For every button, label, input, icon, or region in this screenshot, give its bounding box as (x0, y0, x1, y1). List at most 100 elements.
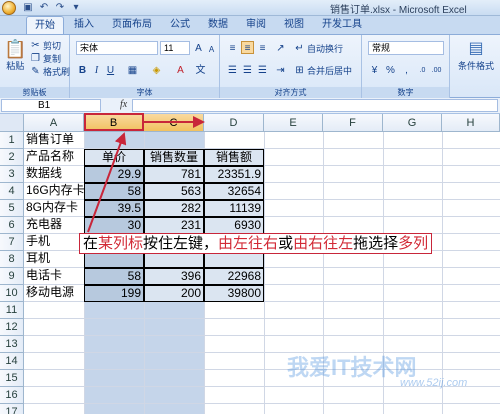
product-name-cell[interactable]: 耳机 (24, 251, 84, 268)
table-header-cell[interactable]: 单价 (84, 149, 144, 166)
row-header[interactable]: 8 (0, 251, 24, 268)
align-top-icon[interactable]: ≡ (226, 41, 239, 54)
percent-icon[interactable]: % (384, 63, 397, 76)
product-name-cell[interactable]: 移动电源 (24, 285, 84, 302)
shrink-font-icon[interactable]: A (205, 42, 218, 55)
copy-button[interactable]: ❐ 复制 (30, 52, 61, 65)
value-cell[interactable]: 781 (144, 166, 204, 183)
product-name-cell[interactable]: 16G内存卡 (24, 183, 85, 200)
grow-font-icon[interactable]: A (192, 41, 205, 54)
row-header[interactable]: 1 (0, 132, 24, 149)
row-header[interactable]: 7 (0, 234, 24, 251)
office-button[interactable] (2, 1, 16, 15)
tab-formulas[interactable]: 公式 (162, 16, 198, 34)
value-cell[interactable]: 58 (84, 268, 144, 285)
column-header-c[interactable]: C (144, 114, 204, 132)
font-size-select[interactable]: 11 (160, 41, 190, 55)
currency-icon[interactable]: ¥ (368, 63, 381, 76)
value-cell[interactable]: 231 (144, 217, 204, 234)
align-left-icon[interactable]: ☰ (226, 63, 239, 76)
value-cell[interactable]: 563 (144, 183, 204, 200)
conditional-format-button[interactable]: ▤ 条件格式 (458, 39, 494, 72)
undo-icon[interactable]: ↶ (38, 2, 50, 14)
table-header-cell[interactable]: 产品名称 (24, 149, 84, 166)
font-color-icon[interactable]: A (174, 63, 187, 76)
fill-color-icon[interactable]: ◈ (150, 63, 163, 76)
value-cell[interactable]: 39800 (204, 285, 264, 302)
product-name-cell[interactable]: 电话卡 (24, 268, 84, 285)
value-cell[interactable]: 29.9 (84, 166, 144, 183)
tab-data[interactable]: 数据 (200, 16, 236, 34)
value-cell[interactable]: 58 (84, 183, 144, 200)
value-cell[interactable]: 200 (144, 285, 204, 302)
column-header-f[interactable]: F (323, 114, 383, 132)
borders-icon[interactable]: ▦ (126, 63, 139, 76)
wrap-text-button[interactable]: ↵ 自动换行 (294, 42, 343, 55)
indent-icon[interactable]: ⇥ (274, 63, 287, 76)
tab-insert[interactable]: 插入 (66, 16, 102, 34)
customize-dropdown-icon[interactable]: ▾ (70, 2, 82, 14)
product-name-cell[interactable]: 8G内存卡 (24, 200, 84, 217)
value-cell[interactable]: 199 (84, 285, 144, 302)
row-header[interactable]: 6 (0, 217, 24, 234)
column-header-g[interactable]: G (383, 114, 442, 132)
tab-view[interactable]: 视图 (276, 16, 312, 34)
row-header[interactable]: 3 (0, 166, 24, 183)
product-name-cell[interactable]: 数据线 (24, 166, 84, 183)
orientation-icon[interactable]: ↗ (274, 41, 287, 54)
table-header-cell[interactable]: 销售额 (204, 149, 264, 166)
comma-icon[interactable]: , (400, 63, 413, 76)
row-header[interactable]: 15 (0, 370, 24, 387)
align-middle-icon[interactable]: ≡ (241, 41, 254, 54)
save-icon[interactable]: ▣ (22, 2, 34, 14)
row-header[interactable]: 4 (0, 183, 24, 200)
value-cell[interactable]: 30 (84, 217, 144, 234)
column-header-h[interactable]: H (442, 114, 500, 132)
underline-icon[interactable]: U (104, 63, 117, 76)
worksheet-grid[interactable]: A B C D E F G H 1 2 3 4 5 6 7 8 9 10 11 12 13 14 15 16 17 销售订单 产品名… (0, 114, 500, 414)
phonetic-icon[interactable]: 文 (194, 63, 207, 76)
row-header[interactable]: 5 (0, 200, 24, 217)
value-cell[interactable]: 39.5 (84, 200, 144, 217)
align-bottom-icon[interactable]: ≡ (256, 41, 269, 54)
row-header[interactable]: 14 (0, 353, 24, 370)
value-cell[interactable]: 282 (144, 200, 204, 217)
value-cell[interactable]: 6930 (204, 217, 264, 234)
row-header[interactable]: 11 (0, 302, 24, 319)
product-name-cell[interactable]: 充电器 (24, 217, 84, 234)
paste-button[interactable]: 📋 粘贴 (4, 39, 26, 72)
value-cell[interactable]: 23351.9 (204, 166, 264, 183)
decrease-decimal-icon[interactable]: .00 (430, 63, 443, 76)
value-cell[interactable]: 32654 (204, 183, 264, 200)
tab-developer[interactable]: 开发工具 (314, 16, 370, 34)
increase-decimal-icon[interactable]: .0 (416, 63, 429, 76)
font-name-select[interactable]: 宋体 (76, 41, 158, 55)
align-center-icon[interactable]: ☰ (241, 63, 254, 76)
merge-center-button[interactable]: ⊞ 合并后居中 (294, 64, 352, 77)
insert-function-icon[interactable]: fx (120, 99, 127, 110)
value-cell[interactable]: 396 (144, 268, 204, 285)
align-right-icon[interactable]: ☰ (256, 63, 269, 76)
row-header[interactable]: 9 (0, 268, 24, 285)
formula-input[interactable] (132, 99, 498, 112)
table-header-cell[interactable]: 销售数量 (144, 149, 204, 166)
row-header[interactable]: 2 (0, 149, 24, 166)
redo-icon[interactable]: ↷ (54, 2, 66, 14)
tab-review[interactable]: 审阅 (238, 16, 274, 34)
row-header[interactable]: 10 (0, 285, 24, 302)
row-header[interactable]: 13 (0, 336, 24, 353)
cut-button[interactable]: ✂ 剪切 (30, 39, 61, 52)
italic-icon[interactable]: I (90, 63, 103, 76)
tab-home[interactable]: 开始 (26, 16, 64, 34)
row-header[interactable]: 17 (0, 404, 24, 414)
format-painter-button[interactable]: ✎ 格式刷 (30, 65, 70, 78)
number-format-select[interactable]: 常规 (368, 41, 444, 55)
value-cell[interactable]: 11139 (204, 200, 264, 217)
value-cell[interactable]: 22968 (204, 268, 264, 285)
bold-icon[interactable]: B (76, 63, 89, 76)
tab-page-layout[interactable]: 页面布局 (104, 16, 160, 34)
name-box[interactable]: B1 (1, 99, 101, 112)
column-header-e[interactable]: E (264, 114, 323, 132)
row-header[interactable]: 16 (0, 387, 24, 404)
select-all-corner[interactable] (0, 114, 24, 132)
